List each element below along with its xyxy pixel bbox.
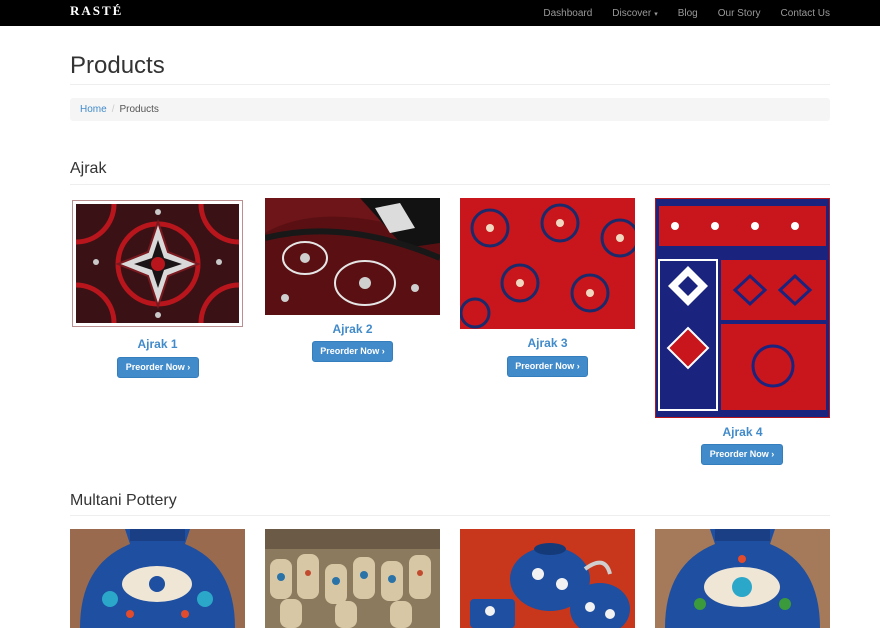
brand-logo[interactable]: RASTÉ — [70, 3, 123, 19]
product-title-ajrak-2[interactable]: Ajrak 2 — [265, 322, 440, 336]
preorder-button-ajrak-2[interactable]: Preorder Now › — [312, 341, 393, 362]
product-image-ajrak-1[interactable] — [76, 204, 239, 323]
nav-dashboard[interactable]: Dashboard — [543, 8, 592, 19]
divider — [70, 515, 830, 516]
breadcrumb-current: Products — [119, 104, 159, 115]
divider — [70, 184, 830, 185]
preorder-button-ajrak-1[interactable]: Preorder Now › — [117, 357, 199, 378]
section-title-multani-pottery: Multani Pottery — [70, 492, 177, 509]
nav-contact-us[interactable]: Contact Us — [781, 8, 830, 19]
product-image-ajrak-4[interactable] — [655, 198, 830, 418]
section-title-ajrak: Ajrak — [70, 160, 107, 177]
preorder-button-ajrak-3[interactable]: Preorder Now › — [507, 356, 588, 377]
preorder-button-ajrak-4[interactable]: Preorder Now › — [701, 444, 783, 465]
product-image-pottery-4[interactable] — [655, 529, 830, 628]
nav-blog[interactable]: Blog — [678, 8, 698, 19]
breadcrumb-separator: / — [111, 104, 115, 115]
product-image-pottery-1[interactable] — [70, 529, 245, 628]
product-image-pottery-2[interactable] — [265, 529, 440, 628]
product-title-ajrak-3[interactable]: Ajrak 3 — [460, 336, 635, 350]
product-image-ajrak-2[interactable] — [265, 198, 440, 315]
product-image-pottery-3[interactable] — [460, 529, 635, 628]
chevron-down-icon: ▾ — [654, 10, 658, 18]
breadcrumb-home-link[interactable]: Home — [80, 104, 107, 115]
navbar: RASTÉ Dashboard Discover ▾ Blog Our Story… — [0, 0, 880, 26]
product-title-ajrak-4[interactable]: Ajrak 4 — [655, 425, 830, 439]
breadcrumb: Home / Products — [70, 98, 830, 121]
page-title: Products — [70, 52, 165, 79]
nav-menu: Dashboard Discover ▾ Blog Our Story Conta… — [523, 0, 830, 26]
nav-our-story[interactable]: Our Story — [718, 8, 761, 19]
divider — [70, 84, 830, 85]
product-title-ajrak-1[interactable]: Ajrak 1 — [70, 337, 245, 351]
product-image-ajrak-3[interactable] — [460, 198, 635, 329]
nav-discover-label: Discover — [612, 7, 652, 19]
nav-discover[interactable]: Discover ▾ — [612, 8, 657, 19]
